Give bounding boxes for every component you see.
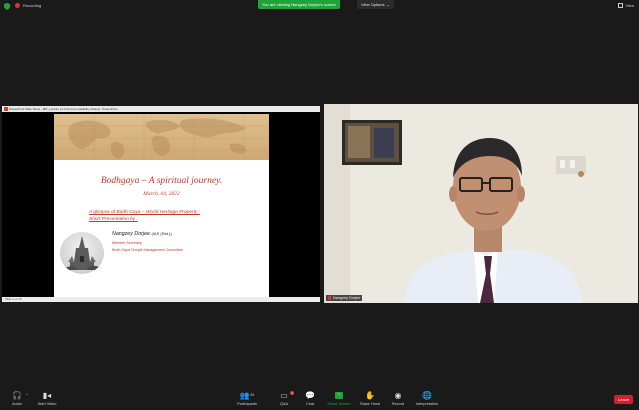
- raise-hand-icon: ✋: [365, 391, 375, 400]
- view-options-label: View Options: [361, 2, 385, 7]
- recording-dot-icon: [15, 3, 20, 8]
- zoom-meeting-window: Recording You are viewing Nangzey Dorjee…: [0, 0, 639, 410]
- qa-label: Q&A: [279, 402, 289, 406]
- recording-indicator: Recording: [15, 3, 41, 8]
- audio-options-caret-icon[interactable]: ^: [26, 392, 28, 397]
- presenter-role-line-1: Member Secretary,: [112, 241, 143, 245]
- participant-video-tile[interactable]: Nangzey Dorjee: [324, 104, 638, 303]
- raise-hand-label: Raise Hand: [360, 402, 380, 406]
- chat-label: Chat: [305, 402, 315, 406]
- video-camera-icon: ▮◂: [42, 391, 52, 400]
- record-icon: ◉: [394, 391, 402, 400]
- leave-button[interactable]: Leave: [614, 395, 633, 404]
- shared-window-title: PowerPoint Slide Show - [BT_Lecture (4-3…: [9, 107, 118, 111]
- shared-window-status-bar: Slide 1 of 16: [2, 297, 320, 302]
- slide-subtitle-line-1: A glimpse of Bodh Gaya – World Heritage …: [89, 210, 201, 215]
- participants-count: 81: [250, 393, 255, 397]
- top-bar: Recording You are viewing Nangzey Dorjee…: [0, 0, 639, 12]
- share-screen-label: Share Screen: [327, 402, 351, 406]
- shield-icon[interactable]: [4, 3, 10, 10]
- view-button[interactable]: View: [618, 3, 634, 8]
- chevron-down-icon: ⌄: [386, 2, 390, 7]
- temple-illustration: [62, 236, 102, 270]
- shared-screen[interactable]: PowerPoint Slide Show - [BT_Lecture (4-3…: [2, 106, 320, 302]
- start-video-label: Start Video: [37, 402, 57, 406]
- recording-label: Recording: [23, 3, 42, 8]
- audio-label: Audio: [12, 402, 22, 406]
- interpretation-button[interactable]: 🌐 Interpretation: [410, 391, 444, 406]
- slide-subtitle-line-2: Short Presentation by :: [89, 217, 138, 222]
- muted-mic-icon: [328, 296, 331, 300]
- globe-icon: 🌐: [422, 391, 432, 400]
- slide-date: March, 04, 2022: [143, 191, 180, 197]
- meeting-toolbar: 🎧 Audio ^ ▮◂ Start Video 👥 81 Participant…: [0, 388, 639, 410]
- interpretation-label: Interpretation: [415, 402, 439, 406]
- start-video-button[interactable]: ▮◂ Start Video: [30, 391, 64, 406]
- presenter-suffix: (IAS (Rtd.)): [151, 231, 172, 236]
- participant-video-frame: [324, 104, 638, 303]
- viewing-screen-banner: You are viewing Nangzey Dorjee's screen: [258, 0, 340, 9]
- chat-bubble-icon: 💬: [305, 391, 315, 400]
- presentation-slide: Bodhgaya – A spiritual journey. March, 0…: [54, 114, 269, 302]
- qa-icon: ▭: [280, 391, 288, 400]
- audio-button[interactable]: 🎧 Audio ^: [0, 391, 34, 406]
- participants-button[interactable]: 👥 81 Participants: [230, 391, 264, 406]
- presenter-role-line-2: Bodh Gaya Temple Management Committee.: [112, 248, 184, 252]
- presenter-name: Nangzey Dorjee (IAS (Rtd.)): [112, 231, 172, 237]
- participant-name-tag: Nangzey Dorjee: [326, 295, 363, 301]
- presenter-name-text: Nangzey Dorjee: [112, 231, 150, 237]
- temple-photo: [60, 232, 104, 274]
- world-map-banner: [54, 114, 269, 160]
- participants-icon: 👥 81: [239, 391, 255, 400]
- grid-view-icon: [618, 3, 624, 8]
- world-map-graphic: [54, 114, 269, 160]
- participant-name: Nangzey Dorjee: [333, 296, 361, 300]
- share-screen-button[interactable]: ↑ Share Screen: [322, 391, 356, 406]
- view-options-button[interactable]: View Options ⌄: [357, 0, 394, 9]
- share-screen-icon: ↑: [335, 391, 343, 400]
- slide-title: Bodhgaya – A spiritual journey.: [100, 176, 223, 186]
- powerpoint-icon: [4, 107, 8, 111]
- shared-window-titlebar: PowerPoint Slide Show - [BT_Lecture (4-3…: [2, 106, 320, 112]
- participants-label: Participants: [237, 402, 257, 406]
- record-label: Record: [391, 402, 405, 406]
- view-button-label: View: [625, 3, 634, 8]
- headphones-icon: 🎧: [12, 391, 22, 400]
